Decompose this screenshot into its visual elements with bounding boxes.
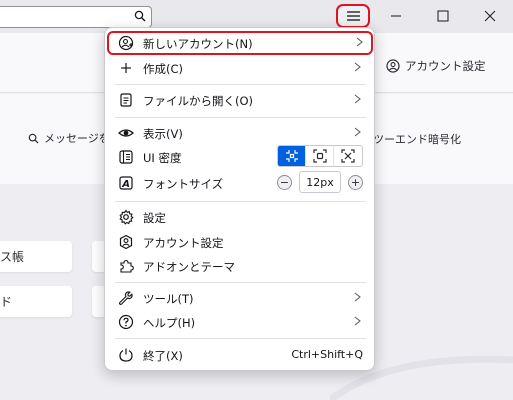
tools-label: ツール(T) — [143, 292, 194, 306]
density-compact-button[interactable] — [278, 146, 306, 166]
menu-separator — [115, 282, 366, 283]
chevron-right-icon — [354, 316, 361, 329]
open-file-label: ファイルから開く(O) — [143, 94, 254, 108]
menu-separator — [115, 117, 366, 118]
addons-label: アドオンとテーマ — [143, 260, 235, 274]
touch-icon — [341, 149, 355, 163]
new-account-label: 新しいアカウント(N) — [143, 37, 253, 51]
menu-item-ui-density: UI 密度 — [111, 145, 369, 169]
address-book-card[interactable]: ス帳 — [0, 241, 72, 272]
minimize-button[interactable] — [386, 6, 406, 26]
search-icon — [28, 133, 39, 144]
chevron-right-icon — [356, 37, 363, 50]
menu-item-create[interactable]: 作成(C) — [111, 56, 369, 80]
wrench-icon — [118, 290, 134, 306]
eye-icon — [118, 125, 134, 141]
view-label: 表示(V) — [143, 127, 183, 141]
compact-icon — [285, 150, 298, 162]
e2e-encryption-link[interactable]: ツーエンド暗号化 — [373, 131, 461, 147]
menu-item-addons[interactable]: アドオンとテーマ — [111, 254, 369, 278]
menu-item-settings[interactable]: 設定 — [111, 205, 369, 229]
new-account-icon — [118, 35, 134, 51]
account-icon — [118, 234, 134, 250]
address-book-label: ス帳 — [0, 250, 25, 264]
gear-icon — [118, 209, 134, 225]
menu-item-account-settings[interactable]: アカウント設定 — [111, 230, 369, 254]
density-touch-button[interactable] — [334, 146, 362, 166]
menu-item-new-account[interactable]: 新しいアカウント(N) — [107, 31, 373, 55]
help-label: ヘルプ(H) — [143, 316, 196, 330]
app-menu: 新しいアカウント(N) 作成(C) ファイルから開く(O) 表示(V) UI 密… — [104, 27, 375, 371]
chevron-right-icon — [354, 62, 361, 75]
font-size-increase-button[interactable]: + — [348, 175, 363, 190]
maximize-button[interactable] — [433, 6, 453, 26]
density-icon — [118, 149, 134, 165]
account-settings-label: アカウント設定 — [405, 59, 486, 73]
menu-item-help[interactable]: ヘルプ(H) — [111, 310, 369, 334]
close-button[interactable] — [480, 6, 500, 26]
quit-shortcut: Ctrl+Shift+Q — [291, 348, 363, 361]
font-size-value: 12px — [299, 171, 341, 193]
close-icon — [484, 10, 496, 22]
hamburger-icon — [347, 11, 360, 21]
menu-separator — [115, 201, 366, 202]
svg-text:A: A — [121, 179, 130, 190]
menu-item-open-file[interactable]: ファイルから開く(O) — [111, 88, 369, 112]
card-second-label: ド — [0, 295, 13, 309]
power-icon — [118, 347, 134, 363]
quit-label: 終了(X) — [143, 349, 183, 363]
chevron-right-icon — [354, 127, 361, 140]
normal-icon — [312, 149, 327, 163]
menu-item-tools[interactable]: ツール(T) — [111, 286, 369, 310]
plus-icon — [118, 60, 134, 76]
menu-item-view[interactable]: 表示(V) — [111, 121, 369, 145]
account-icon — [386, 59, 400, 73]
account-settings-button[interactable]: アカウント設定 — [386, 58, 486, 74]
font-size-decrease-button[interactable]: − — [277, 175, 292, 190]
chevron-right-icon — [354, 292, 361, 305]
card-second[interactable]: ド — [0, 286, 72, 317]
account-settings-label: アカウント設定 — [143, 236, 224, 250]
font-size-label: フォントサイズ — [143, 177, 224, 191]
maximize-icon — [437, 10, 449, 22]
help-icon — [118, 314, 134, 330]
density-normal-button[interactable] — [306, 146, 334, 166]
menu-separator — [115, 84, 366, 85]
density-selector — [277, 145, 363, 167]
settings-label: 設定 — [143, 211, 166, 225]
font-size-icon: A — [118, 175, 134, 191]
search-icon — [134, 10, 146, 25]
app-menu-button[interactable] — [336, 4, 370, 28]
menu-item-font-size: A フォントサイズ − 12px + — [111, 171, 369, 195]
file-icon — [118, 92, 134, 108]
menu-separator — [115, 338, 366, 339]
create-label: 作成(C) — [143, 62, 184, 76]
ui-density-label: UI 密度 — [143, 151, 182, 165]
puzzle-icon — [118, 258, 134, 274]
minimize-icon — [391, 15, 401, 17]
chevron-right-icon — [354, 94, 361, 107]
menu-item-quit[interactable]: 終了(X) Ctrl+Shift+Q — [111, 343, 369, 367]
search-input[interactable] — [0, 6, 152, 28]
